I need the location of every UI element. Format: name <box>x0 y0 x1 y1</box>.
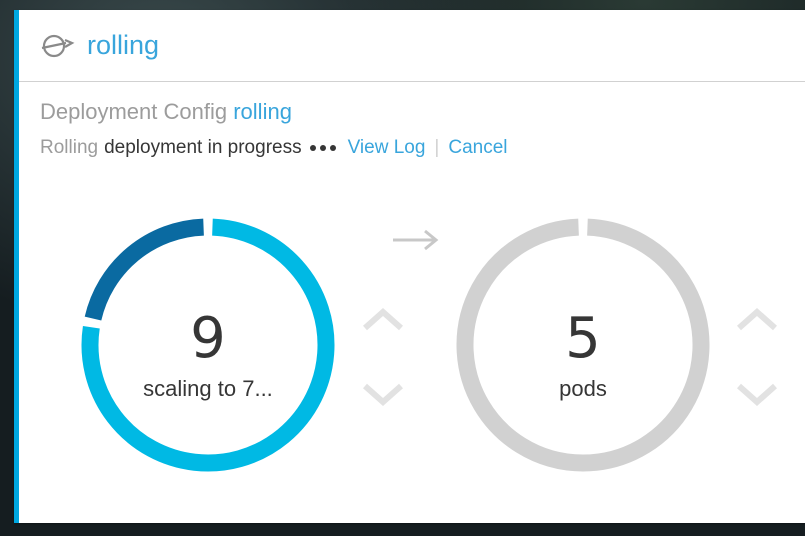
scale-up-old-icon[interactable] <box>361 306 405 332</box>
arrow-right-icon <box>393 229 439 251</box>
old-pods-donut: 9 scaling to 7... <box>74 211 342 479</box>
deployment-config-link[interactable]: rolling <box>233 99 292 124</box>
scale-down-new-icon[interactable] <box>735 382 779 408</box>
deployment-config-prefix: Deployment Config <box>40 99 228 124</box>
new-pods-label: pods <box>559 376 607 401</box>
old-pods-scaling-segment <box>84 218 205 321</box>
card-header: rolling <box>19 10 805 82</box>
deployment-title-link[interactable]: rolling <box>87 30 159 61</box>
cancel-link[interactable]: Cancel <box>448 137 507 159</box>
view-log-link[interactable]: View Log <box>348 137 426 159</box>
card-body: Deployment Config rolling Rolling deploy… <box>19 82 805 159</box>
deployment-card: rolling Deployment Config rolling Rollin… <box>14 10 805 523</box>
scale-down-old-icon[interactable] <box>361 382 405 408</box>
deployment-config-line: Deployment Config rolling <box>40 99 805 125</box>
rolling-deployment-icon <box>41 34 75 57</box>
old-pods-count: 9 <box>190 306 226 371</box>
new-pods-count: 5 <box>565 306 601 371</box>
status-text: deployment in progress <box>104 137 302 158</box>
old-pods-label: scaling to 7... <box>143 376 273 401</box>
strategy-label: Rolling <box>40 137 99 158</box>
deployment-status-line: Rolling deployment in progress View Log … <box>40 137 805 159</box>
scale-up-new-icon[interactable] <box>735 306 779 332</box>
link-separator: | <box>434 137 440 158</box>
new-pods-donut: 5 pods <box>449 211 717 479</box>
progress-dots-icon <box>309 145 336 151</box>
